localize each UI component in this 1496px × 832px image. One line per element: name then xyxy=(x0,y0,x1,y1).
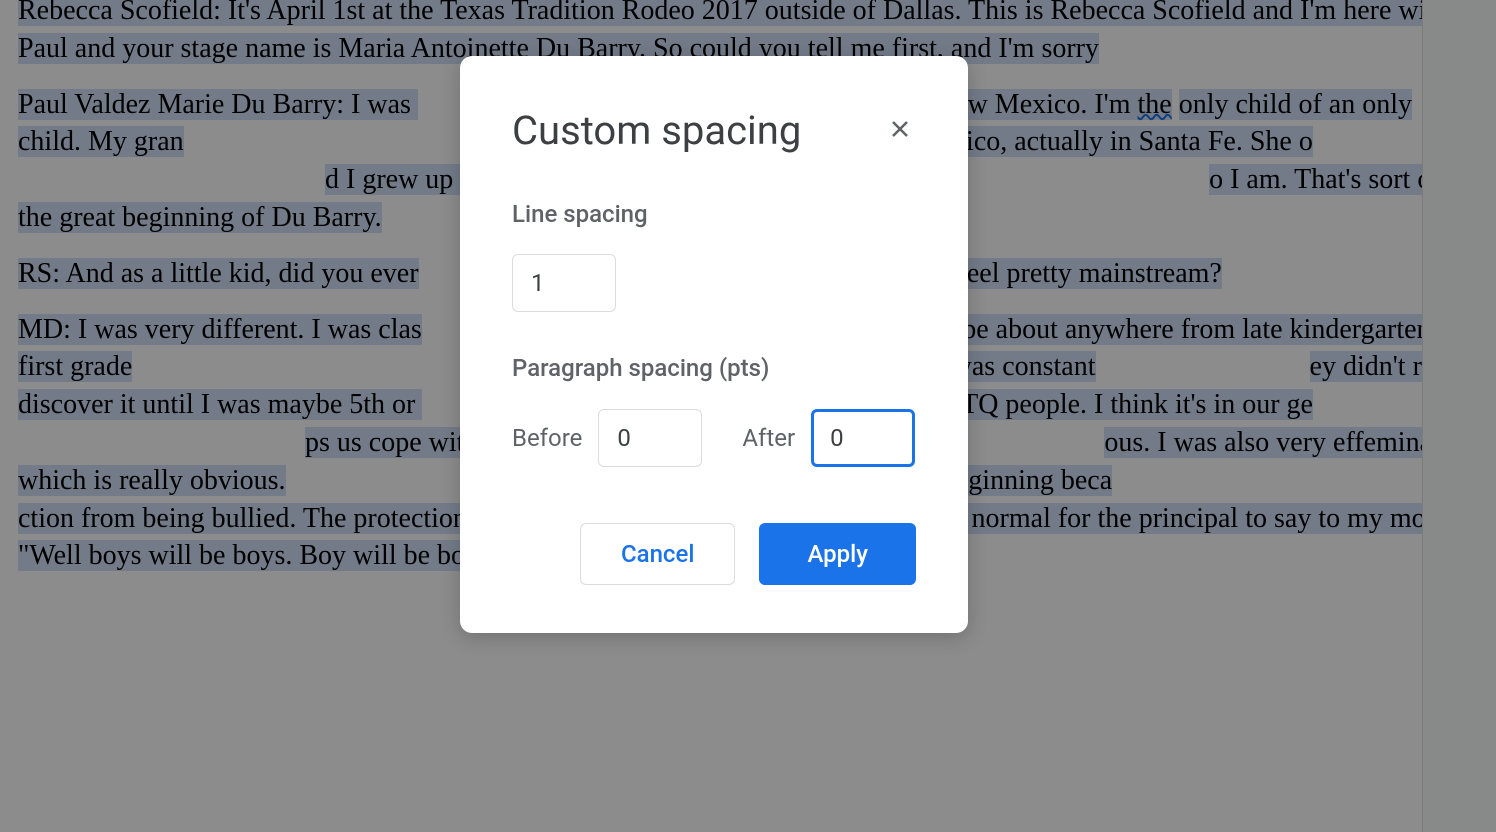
paragraph-spacing-label: Paragraph spacing (pts) xyxy=(512,352,916,384)
line-spacing-input[interactable] xyxy=(512,254,616,312)
cancel-button[interactable]: Cancel xyxy=(580,523,735,585)
close-button[interactable] xyxy=(884,113,916,150)
close-icon xyxy=(888,117,912,141)
before-input[interactable] xyxy=(598,409,702,467)
before-label: Before xyxy=(512,422,582,454)
line-spacing-label: Line spacing xyxy=(512,198,916,230)
apply-button[interactable]: Apply xyxy=(759,523,916,585)
dialog-title: Custom spacing xyxy=(512,104,801,158)
after-label: After xyxy=(742,422,795,454)
custom-spacing-dialog: Custom spacing Line spacing Paragraph sp… xyxy=(460,56,968,633)
after-input[interactable] xyxy=(811,409,915,467)
